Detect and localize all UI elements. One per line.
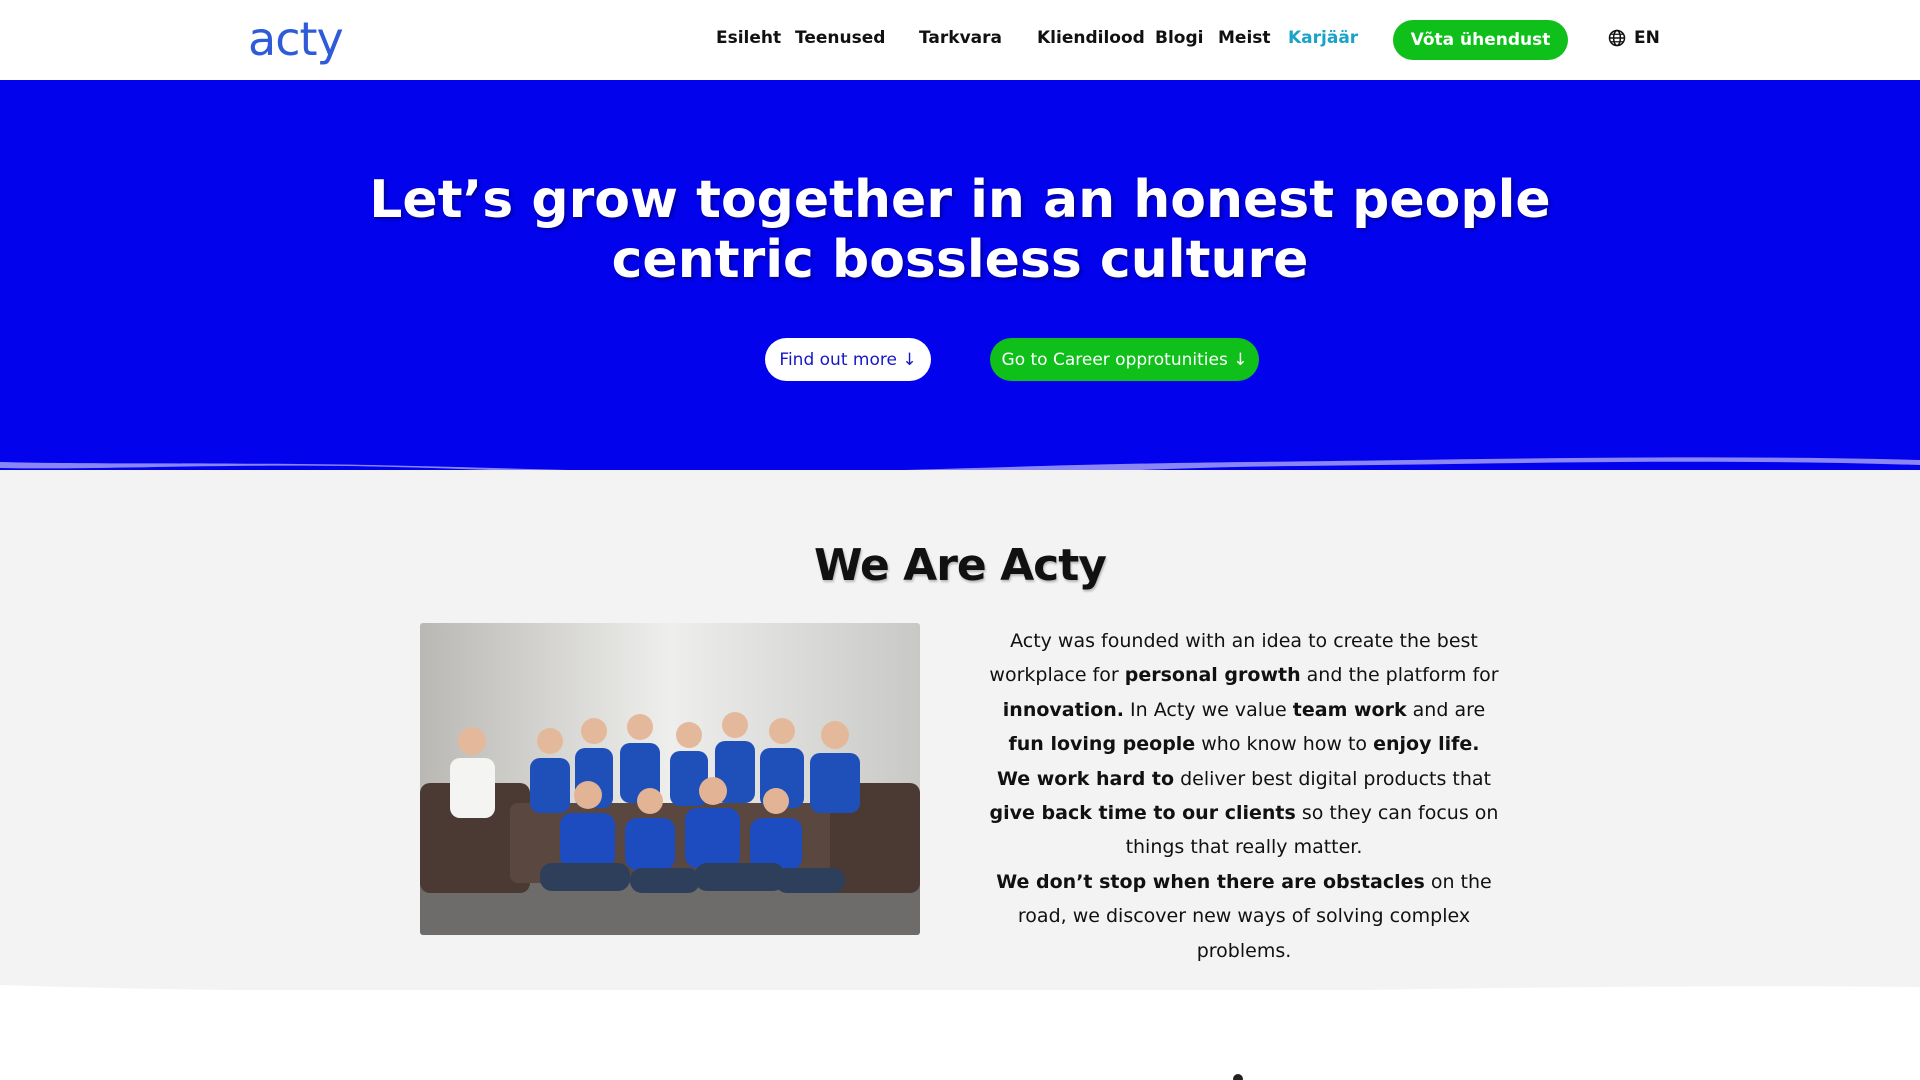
p3-run-0: We don’t stop when there are obstacles — [996, 870, 1425, 893]
hero-title-line-2: centric bossless culture — [611, 230, 1309, 290]
p1-run-2: and the platform for — [1300, 664, 1499, 687]
about-top-edge — [0, 470, 1920, 490]
nav-item-blogi[interactable]: Blogi — [1155, 28, 1203, 48]
nav-item-kliendilood[interactable]: Kliendilood — [1037, 28, 1145, 48]
p1-run-4: In Acty we value — [1124, 698, 1293, 721]
site-header: acty Esileht Teenused Tarkvara Kliendilo… — [0, 0, 1920, 80]
acty-logo[interactable]: acty — [248, 12, 344, 66]
about-paragraph-2: We work hard to deliver best digital pro… — [984, 762, 1504, 865]
language-switcher[interactable]: EN — [1608, 28, 1660, 48]
p1-run-7: fun loving people — [1008, 733, 1196, 756]
about-title: We Are Acty — [814, 540, 1107, 591]
decorative-dot — [1233, 1074, 1243, 1080]
globe-icon — [1608, 29, 1626, 47]
p1-run-8: who know how to — [1195, 733, 1374, 756]
nav-item-tarkvara[interactable]: Tarkvara — [919, 28, 1002, 48]
hero-title: Let’s grow together in an honest people … — [0, 170, 1920, 290]
language-label: EN — [1634, 28, 1660, 48]
p2-run-0: We work hard to — [996, 767, 1175, 790]
hero-title-line-1: Let’s grow together in an honest people — [369, 170, 1551, 230]
p1-run-1: personal growth — [1124, 664, 1301, 687]
p2-run-1: deliver best digital products that — [1174, 767, 1492, 790]
find-out-more-button[interactable]: Find out more ↓ — [765, 338, 931, 381]
team-photo — [420, 623, 920, 935]
p1-run-3: innovation. — [1002, 698, 1125, 721]
hero-section: Let’s grow together in an honest people … — [0, 80, 1920, 480]
hero-buttons: Find out more ↓ Go to Career opprotuniti… — [0, 338, 1920, 382]
about-wave-divider — [0, 985, 1920, 1015]
p1-run-5: team work — [1292, 698, 1407, 721]
about-paragraph-1: Acty was founded with an idea to create … — [984, 624, 1504, 762]
nav-item-karjaar[interactable]: Karjäär — [1288, 28, 1358, 48]
about-paragraph-3: We don’t stop when there are obstacles o… — [984, 865, 1504, 968]
nav-item-teenused[interactable]: Teenused — [795, 28, 885, 48]
career-opportunities-button[interactable]: Go to Career opprotunities ↓ — [990, 338, 1259, 381]
p1-run-9: enjoy life. — [1373, 733, 1480, 756]
p2-run-2: give back time to our clients — [989, 802, 1296, 825]
contact-button[interactable]: Võta ühendust — [1393, 20, 1568, 60]
about-text: Acty was founded with an idea to create … — [984, 624, 1504, 968]
nav-item-esileht[interactable]: Esileht — [716, 28, 781, 48]
nav-item-meist[interactable]: Meist — [1218, 28, 1271, 48]
p1-run-6: and are — [1406, 698, 1486, 721]
